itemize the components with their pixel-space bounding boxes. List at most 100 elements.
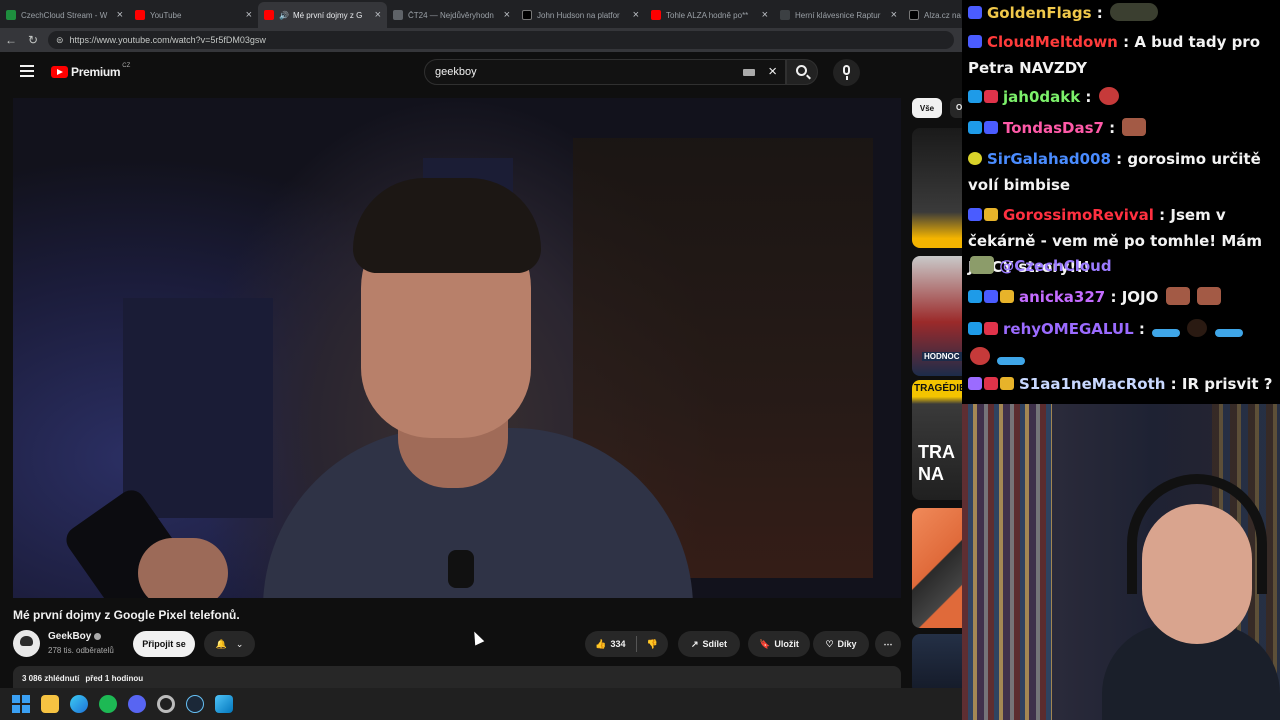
thumbs-down-icon: 👎	[646, 638, 658, 649]
tab-title: Mé první dojmy z G	[292, 10, 363, 20]
description-box[interactable]: 3 086 zhlédnutí před 1 hodinou	[13, 666, 901, 688]
prime-badge-icon	[968, 322, 982, 335]
taskbar	[0, 688, 962, 720]
stream-chat: GoldenFlags : CloudMeltdown : A bud tady…	[962, 0, 1280, 404]
tab-favicon-icon	[522, 10, 532, 20]
channel-row: GeekBoy 278 tis. odběratelů Připojit se …	[13, 630, 901, 660]
search-icon	[796, 65, 807, 76]
chat-username: CloudMeltdown	[987, 33, 1118, 51]
logo-text: Premium	[71, 65, 121, 79]
windows-start-icon[interactable]	[12, 695, 30, 713]
emote-icon	[1165, 287, 1190, 305]
chat-message: rehyOMEGALUL :	[968, 315, 1278, 371]
chat-message: S1aa1neMacRoth : IR prisvit ?	[968, 371, 1278, 397]
browser-tab[interactable]: ČT24 — Nejdůvěryhodn ×	[387, 2, 516, 28]
browser-tab-active[interactable]: 🔊 Mé první dojmy z G ×	[258, 2, 387, 28]
sub-badge-icon	[968, 6, 982, 19]
save-label: Uložit	[774, 639, 799, 649]
tab-favicon-icon	[393, 10, 403, 20]
url-field[interactable]: ⊜ https://www.youtube.com/watch?v=5r5fDM…	[48, 31, 954, 49]
tab-favicon-icon	[780, 10, 790, 20]
youtube-logo[interactable]: Premium CZ	[51, 63, 131, 79]
settings-gear-icon[interactable]	[157, 695, 175, 713]
like-dislike-group: 👍 334 👎	[585, 631, 668, 657]
discord-icon[interactable]	[128, 695, 146, 713]
tab-close-icon[interactable]: ×	[762, 9, 768, 21]
browser-tab[interactable]: John Hudson na platfor ×	[516, 2, 645, 28]
crown-badge-icon	[984, 208, 998, 221]
tab-favicon-icon	[651, 10, 661, 20]
clear-search-icon[interactable]: ×	[768, 63, 777, 80]
tab-close-icon[interactable]: ×	[891, 9, 897, 21]
chat-username: GoldenFlags	[987, 4, 1092, 22]
file-explorer-icon[interactable]	[41, 695, 59, 713]
tab-title: YouTube	[150, 10, 182, 20]
video-player[interactable]	[13, 98, 901, 598]
masthead: Premium CZ geekboy ×	[0, 52, 962, 92]
join-button[interactable]: Připojit se	[133, 631, 195, 657]
emote-icon	[1122, 118, 1147, 136]
browser-tab[interactable]: YouTube ×	[129, 2, 258, 28]
browser-tab[interactable]: Alza.cz na platfo	[903, 2, 962, 28]
tab-close-icon[interactable]: ×	[375, 9, 381, 21]
webcam-feed	[962, 404, 1280, 720]
channel-name-wrap[interactable]: GeekBoy	[48, 631, 102, 642]
tab-close-icon[interactable]: ×	[504, 9, 510, 21]
tab-title: CzechCloud Stream - W	[21, 10, 108, 20]
chat-message: anicka327 : JOJO	[968, 284, 1278, 310]
cube-badge-icon	[968, 290, 982, 303]
chat-username: anicka327	[1019, 288, 1106, 306]
chat-username: GorossimoRevival	[1003, 206, 1154, 224]
reload-icon[interactable]: ↻	[22, 33, 44, 47]
emote-icon	[1187, 319, 1208, 337]
more-icon: ⋯	[883, 638, 893, 649]
crown-badge-icon	[1000, 377, 1014, 390]
tab-close-icon[interactable]: ×	[246, 9, 252, 21]
share-button[interactable]: ↗ Sdílet	[678, 631, 740, 657]
chat-message: jah0dakk :	[968, 84, 1278, 110]
chat-message: GoldenFlags :	[968, 0, 1278, 26]
like-count: 334	[610, 639, 626, 649]
thumbnail-label: HODNOC	[922, 352, 962, 361]
spotify-icon[interactable]	[99, 695, 117, 713]
voice-search-button[interactable]	[833, 59, 860, 86]
like-button[interactable]: 👍 334	[595, 639, 625, 650]
dislike-button[interactable]: 👎	[647, 639, 658, 650]
speaker-icon[interactable]: 🔊	[279, 11, 289, 20]
channel-avatar[interactable]	[13, 630, 40, 657]
menu-icon[interactable]	[20, 65, 34, 77]
keyboard-icon[interactable]	[743, 69, 755, 76]
notification-bell-button[interactable]: 🔔 ⌄	[204, 631, 255, 657]
browser-tab[interactable]: Herní klávesnice Raptur ×	[774, 2, 903, 28]
video-title: Mé první dojmy z Google Pixel telefonů.	[13, 608, 240, 622]
save-button[interactable]: 🔖 Uložit	[748, 631, 810, 657]
mic-icon	[843, 65, 850, 75]
logo-country: CZ	[122, 63, 131, 69]
tab-close-icon[interactable]: ×	[633, 9, 639, 21]
bell-icon: 🔔	[215, 638, 227, 649]
browser-tab-bar: CzechCloud Stream - W × YouTube × 🔊 Mé p…	[0, 0, 962, 28]
tab-favicon-icon	[264, 10, 274, 20]
more-actions-button[interactable]: ⋯	[875, 631, 901, 657]
subscriber-count: 278 tis. odběratelů	[48, 646, 114, 655]
sub-badge-icon	[968, 35, 982, 48]
edge-browser-icon[interactable]	[70, 695, 88, 713]
thanks-button[interactable]: ♡ Díky	[813, 631, 869, 657]
search-button[interactable]	[786, 59, 818, 85]
back-arrow-icon[interactable]: ←	[0, 33, 22, 47]
youtube-play-icon	[51, 66, 68, 78]
site-info-icon[interactable]: ⊜	[56, 35, 64, 46]
app-icon[interactable]	[215, 695, 233, 713]
tab-close-icon[interactable]: ×	[117, 9, 123, 21]
browser-tab[interactable]: Tohle ALZA hodně po** ×	[645, 2, 774, 28]
search-input[interactable]: geekboy ×	[424, 59, 786, 85]
channel-name: GeekBoy	[48, 631, 92, 642]
chevron-down-icon: ⌄	[235, 638, 244, 649]
steam-icon[interactable]	[186, 695, 204, 713]
browser-tab[interactable]: CzechCloud Stream - W ×	[0, 2, 129, 28]
share-label: Sdílet	[702, 639, 728, 649]
publish-time: před 1 hodinou	[85, 674, 144, 683]
chat-mention: @CzechCloud	[999, 257, 1112, 275]
chat-username: TondasDas7	[1003, 119, 1104, 137]
chip-all[interactable]: Vše	[912, 98, 942, 118]
